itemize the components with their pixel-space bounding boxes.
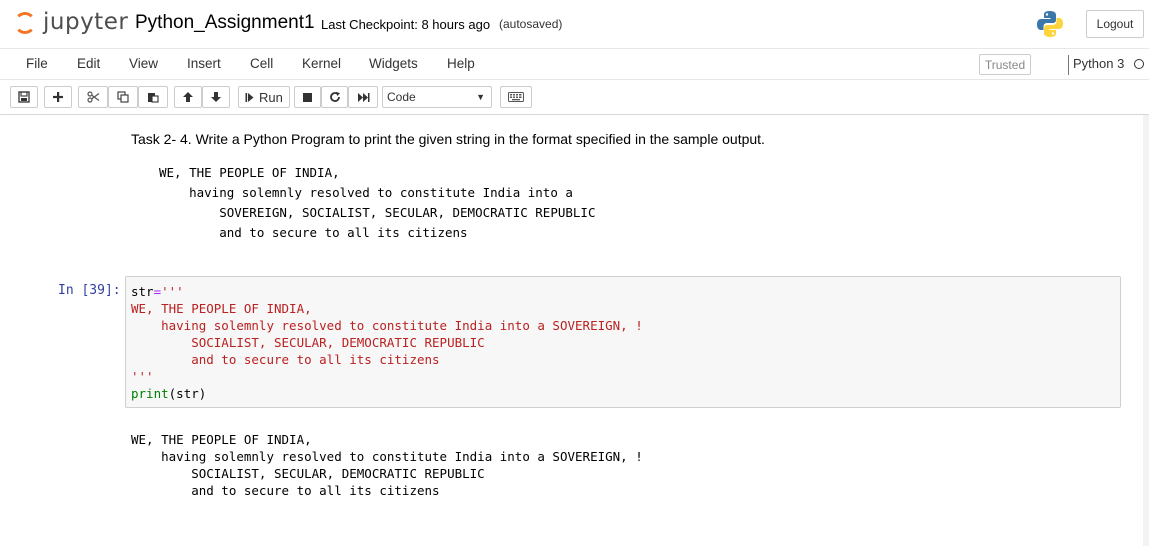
output-line: WE, THE PEOPLE OF INDIA, (131, 432, 312, 447)
stop-icon (303, 92, 312, 102)
restart-icon (329, 91, 340, 102)
step-forward-icon (245, 92, 254, 102)
arrow-up-icon (183, 92, 193, 102)
jupyter-logo-text: jupyter (43, 9, 129, 35)
code-string-delimiter: ''' (131, 369, 154, 384)
move-down-button[interactable] (202, 86, 230, 108)
autosave-status: (autosaved) (499, 17, 563, 31)
cell-type-select[interactable]: Code ▼ (382, 86, 492, 108)
menu-cell[interactable]: Cell (250, 56, 273, 71)
code-variable: str (131, 284, 154, 299)
copy-icon (117, 91, 129, 103)
code-editor[interactable]: str=''' WE, THE PEOPLE OF INDIA, having s… (131, 283, 643, 402)
header: jupyter Python_Assignment1 Last Checkpoi… (0, 0, 1149, 48)
save-button[interactable] (10, 86, 38, 108)
caret-down-icon: ▼ (476, 92, 485, 102)
command-palette-button[interactable] (500, 86, 532, 108)
menu-insert[interactable]: Insert (187, 56, 221, 71)
code-args: (str) (168, 386, 207, 401)
fast-forward-icon (357, 92, 369, 102)
insert-cell-button[interactable] (44, 86, 72, 108)
markdown-sample-output[interactable]: WE, THE PEOPLE OF INDIA, having solemnly… (159, 163, 596, 243)
checkpoint-status: Last Checkpoint: 8 hours ago (321, 17, 491, 32)
plus-icon (53, 92, 63, 102)
markdown-task-text[interactable]: Task 2- 4. Write a Python Program to pri… (131, 131, 765, 147)
input-prompt: In [39]: (58, 283, 121, 298)
sample-line: having solemnly resolved to constitute I… (159, 185, 573, 200)
code-string-line: SOCIALIST, SECULAR, DEMOCRATIC REPUBLIC (131, 335, 485, 350)
jupyter-logo-icon (14, 12, 36, 34)
arrow-down-icon (211, 92, 221, 102)
sample-line: SOVEREIGN, SOCIALIST, SECULAR, DEMOCRATI… (159, 205, 596, 220)
output-line: SOCIALIST, SECULAR, DEMOCRATIC REPUBLIC (131, 466, 485, 481)
menu-edit[interactable]: Edit (77, 56, 100, 71)
sample-line: WE, THE PEOPLE OF INDIA, (159, 165, 340, 180)
restart-button[interactable] (321, 86, 348, 108)
copy-button[interactable] (108, 86, 138, 108)
code-string-line: WE, THE PEOPLE OF INDIA, (131, 301, 312, 316)
interrupt-button[interactable] (294, 86, 321, 108)
trusted-badge[interactable]: Trusted (979, 54, 1031, 75)
scissors-icon (86, 91, 99, 103)
code-string-line: having solemnly resolved to constitute I… (131, 318, 643, 333)
paste-icon (148, 93, 159, 103)
logout-button[interactable]: Logout (1086, 10, 1144, 38)
cell-output: WE, THE PEOPLE OF INDIA, having solemnly… (131, 431, 643, 499)
cell-type-value: Code (387, 90, 416, 104)
code-builtin: print (131, 386, 169, 401)
output-line: having solemnly resolved to constitute I… (131, 449, 643, 464)
jupyter-logo[interactable]: jupyter (14, 9, 128, 39)
paste-button[interactable] (138, 86, 168, 108)
menubar: File Edit View Insert Cell Kernel Widget… (0, 48, 1149, 80)
code-line: print(str) (131, 385, 643, 402)
menu-help[interactable]: Help (447, 56, 475, 71)
code-operator: = (153, 284, 162, 299)
toolbar: Run Code ▼ (0, 80, 1149, 114)
menu-view[interactable]: View (129, 56, 158, 71)
kernel-idle-indicator-icon (1134, 59, 1144, 69)
code-cell-input[interactable]: str=''' WE, THE PEOPLE OF INDIA, having s… (125, 276, 1121, 408)
restart-run-all-button[interactable] (348, 86, 378, 108)
menu-kernel[interactable]: Kernel (302, 56, 341, 71)
kernel-separator (1068, 55, 1069, 75)
notebook-container[interactable]: Task 2- 4. Write a Python Program to pri… (0, 115, 1149, 546)
notebook-page: Task 2- 4. Write a Python Program to pri… (0, 115, 1143, 546)
run-label: Run (259, 89, 283, 105)
sample-line: and to secure to all its citizens (159, 225, 468, 240)
output-line: and to secure to all its citizens (131, 483, 440, 498)
code-string-line: and to secure to all its citizens (131, 352, 440, 367)
run-button[interactable]: Run (238, 86, 290, 108)
code-line: str=''' (131, 283, 643, 300)
code-string-delimiter: ''' (161, 284, 184, 299)
notebook-scrollbar[interactable] (1143, 115, 1149, 546)
notebook-title[interactable]: Python_Assignment1 (135, 12, 315, 34)
save-icon (18, 91, 30, 103)
kernel-name[interactable]: Python 3 (1073, 56, 1124, 71)
cut-button[interactable] (78, 86, 108, 108)
keyboard-icon (508, 92, 524, 102)
menu-widgets[interactable]: Widgets (369, 56, 418, 71)
python-logo-icon (1036, 10, 1064, 38)
menu-file[interactable]: File (26, 56, 48, 71)
move-up-button[interactable] (174, 86, 202, 108)
